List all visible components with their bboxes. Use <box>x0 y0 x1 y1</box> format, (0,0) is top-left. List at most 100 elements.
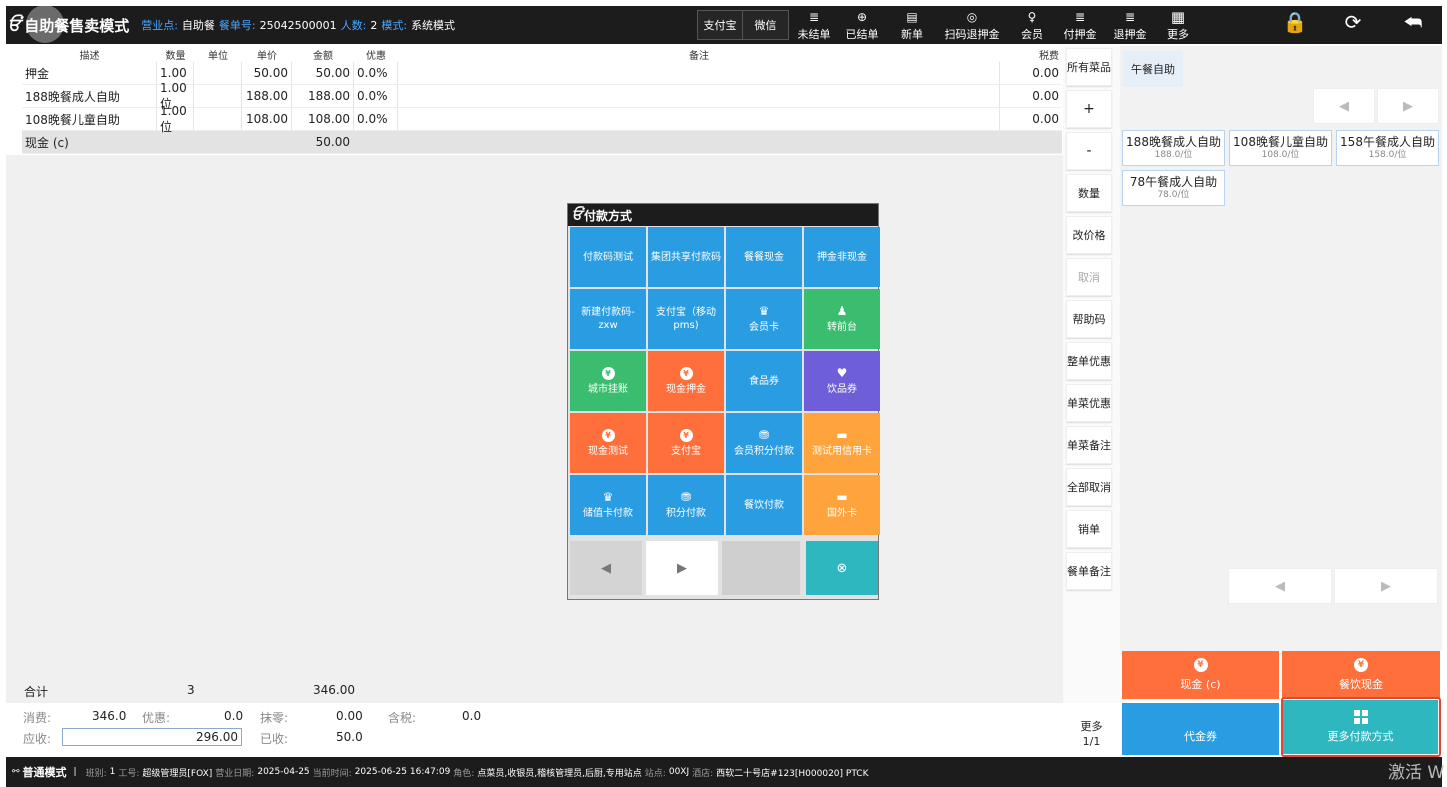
pay-method-meal-cash[interactable]: 餐餐现金 <box>726 227 802 287</box>
cash-pay-button[interactable]: ¥ 现金 (c) <box>1122 651 1279 699</box>
coins-icon: ⛃ <box>680 490 692 504</box>
order-area-background <box>6 155 1063 703</box>
open-orders-button[interactable]: ≣ 未结单 <box>794 8 834 44</box>
app-logo-icon: ਓਂ <box>8 15 20 35</box>
pay-method-transfer-front-desk[interactable]: ♟ 转前台 <box>804 289 880 349</box>
dialog-title: 付款方式 <box>584 208 633 223</box>
category-tab-lunch-buffet[interactable]: 午餐自助 <box>1123 51 1183 87</box>
pay-method-catering[interactable]: 餐饮付款 <box>726 475 802 535</box>
check-circle-icon: ⊕ <box>856 10 868 24</box>
list-icon: ≣ <box>1124 10 1136 24</box>
yuan-coin-icon: ¥ <box>679 428 693 442</box>
mode-title[interactable]: 自助餐售卖模式 <box>24 4 129 43</box>
dish-item[interactable]: 188晚餐成人自助 188.0/位 <box>1122 130 1225 166</box>
grid-icon: ▦ <box>1170 8 1186 26</box>
pay-method-group-shared-code[interactable]: 集团共享付款码 <box>648 227 724 287</box>
yuan-coin-icon: ¥ <box>601 428 615 442</box>
pay-method-deposit-noncash[interactable]: 押金非现金 <box>804 227 880 287</box>
pay-method-member-points[interactable]: ⛃ 会员积分付款 <box>726 413 802 473</box>
arrow-right-icon: ▶ <box>677 560 687 576</box>
outlet-value: 自助餐 <box>181 19 215 32</box>
dish-prev-button[interactable]: ◀ <box>1228 568 1332 604</box>
activation-watermark: 激活 W <box>1388 763 1445 783</box>
more-page-button[interactable]: 更多 1/1 <box>1063 703 1120 757</box>
card-icon: ▬ <box>836 428 848 442</box>
scan-refund-deposit-button[interactable]: ◎ 扫码退押金 <box>942 8 1002 44</box>
order-discount-button[interactable]: 整单优惠 <box>1066 342 1112 380</box>
pay-method-cash-deposit[interactable]: ¥ 现金押金 <box>648 351 724 411</box>
list-icon: ≣ <box>1074 10 1086 24</box>
wechat-button[interactable]: 微信 <box>743 11 788 39</box>
cancel-all-button[interactable]: 全部取消 <box>1066 468 1112 506</box>
arrow-left-icon: ◀ <box>1339 98 1349 114</box>
nav-spacer <box>722 541 800 595</box>
due-amount-field[interactable]: 296.00 <box>62 728 242 746</box>
total-count: 3 <box>187 683 195 697</box>
more-button[interactable]: ▦ 更多 <box>1158 8 1198 44</box>
payment-row[interactable]: 现金 (c) 50.00 <box>22 131 1062 154</box>
catering-cash-button[interactable]: ¥ 餐饮现金 <box>1282 651 1440 699</box>
pay-method-test-credit-card[interactable]: ▬ 测试用信用卡 <box>804 413 880 473</box>
brand: ਓਂ 自助餐售卖模式 营业点: 自助餐 餐单号: 25042500001 人数:… <box>6 4 455 44</box>
member-button[interactable]: ♀ 会员 <box>1012 8 1052 44</box>
scan-icon: ◎ <box>966 10 978 24</box>
status-bar: ⚯ 普通模式 | 班别: 1 工号: 超级管理员[FOX] 营业日期: 2025-04… <box>6 757 1442 787</box>
void-order-button[interactable]: 销单 <box>1066 510 1112 548</box>
item-note-button[interactable]: 单菜备注 <box>1066 426 1112 464</box>
pay-method-stored-value-card[interactable]: ♛ 储值卡付款 <box>570 475 646 535</box>
pay-method-alipay[interactable]: ¥ 支付宝 <box>648 413 724 473</box>
dish-item[interactable]: 108晚餐儿童自助 108.0/位 <box>1229 130 1332 166</box>
quantity-button[interactable]: 数量 <box>1066 174 1112 212</box>
pay-method-drink-voucher[interactable]: ♥ 饮品券 <box>804 351 880 411</box>
pay-method-points[interactable]: ⛃ 积分付款 <box>648 475 724 535</box>
coins-icon: ⛃ <box>758 428 770 442</box>
left-gutter <box>6 46 22 156</box>
help-code-button[interactable]: 帮助码 <box>1066 300 1112 338</box>
crown-icon: ♛ <box>758 304 770 318</box>
category-next-button[interactable]: ▶ <box>1377 88 1439 124</box>
all-dishes-button[interactable]: 所有菜品 <box>1066 48 1112 86</box>
arrow-left-icon: ◀ <box>1275 578 1285 594</box>
refund-deposit-button[interactable]: ≣ 退押金 <box>1110 8 1150 44</box>
pay-deposit-button[interactable]: ≣ 付押金 <box>1060 8 1100 44</box>
dish-item[interactable]: 78午餐成人自助 78.0/位 <box>1122 170 1225 206</box>
card-icon: ▬ <box>836 490 848 504</box>
pay-method-payment-code-test[interactable]: 付款码测试 <box>570 227 646 287</box>
dialog-next-button[interactable]: ▶ <box>646 541 718 595</box>
discount-value: 0.0 <box>224 709 244 723</box>
dish-panel: 午餐自助 ◀ ▶ 188晚餐成人自助 188.0/位 108晚餐儿童自助 108.0… <box>1120 46 1442 651</box>
change-price-button[interactable]: 改价格 <box>1066 216 1112 254</box>
dish-next-button[interactable]: ▶ <box>1334 568 1438 604</box>
dish-item[interactable]: 158午餐成人自助 158.0/位 <box>1336 130 1439 166</box>
dialog-close-button[interactable]: ⊗ <box>806 541 878 595</box>
table-row[interactable]: 108晚餐儿童自助 1.00位 108.00 108.00 0.0% 0.00 <box>22 104 1062 134</box>
dialog-prev-button[interactable]: ◀ <box>570 541 642 595</box>
pay-method-new-code-zxw[interactable]: 新建付款码-zxw <box>570 289 646 349</box>
arrow-right-icon: ▶ <box>1403 98 1413 114</box>
minus-button[interactable]: - <box>1066 132 1112 170</box>
received-value: 50.0 <box>336 730 363 744</box>
lock-icon[interactable]: 🔒 <box>1280 10 1310 34</box>
pay-method-member-card[interactable]: ♛ 会员卡 <box>726 289 802 349</box>
pay-method-city-ledger[interactable]: ¥ 城市挂账 <box>570 351 646 411</box>
refresh-icon[interactable]: ⟳ <box>1338 10 1368 34</box>
app-logo-icon: ਓਂ <box>572 207 582 223</box>
back-icon[interactable]: ⮪ <box>1398 10 1428 34</box>
closed-orders-button[interactable]: ⊕ 已结单 <box>842 8 882 44</box>
plus-button[interactable]: + <box>1066 90 1112 128</box>
pay-method-cash-test[interactable]: ¥ 现金测试 <box>570 413 646 473</box>
order-note-button[interactable]: 餐单备注 <box>1066 552 1112 590</box>
pay-method-alipay-mobile-pms[interactable]: 支付宝（移动pms) <box>648 289 724 349</box>
pay-method-foreign-card[interactable]: ▬ 国外卡 <box>804 475 880 535</box>
person-icon: ♟ <box>836 304 848 318</box>
user-icon: ⚯ <box>12 767 20 777</box>
category-prev-button[interactable]: ◀ <box>1313 88 1375 124</box>
cancel-button[interactable]: 取消 <box>1066 258 1112 296</box>
new-order-button[interactable]: ▤ 新单 <box>892 8 932 44</box>
list-icon: ≣ <box>808 10 820 24</box>
alipay-button[interactable]: 支付宝 <box>698 11 743 39</box>
pay-method-food-voucher[interactable]: 食品券 <box>726 351 802 411</box>
item-discount-button[interactable]: 单菜优惠 <box>1066 384 1112 422</box>
crown-icon: ♛ <box>602 490 614 504</box>
voucher-pay-button[interactable]: 代金券 <box>1122 703 1279 755</box>
